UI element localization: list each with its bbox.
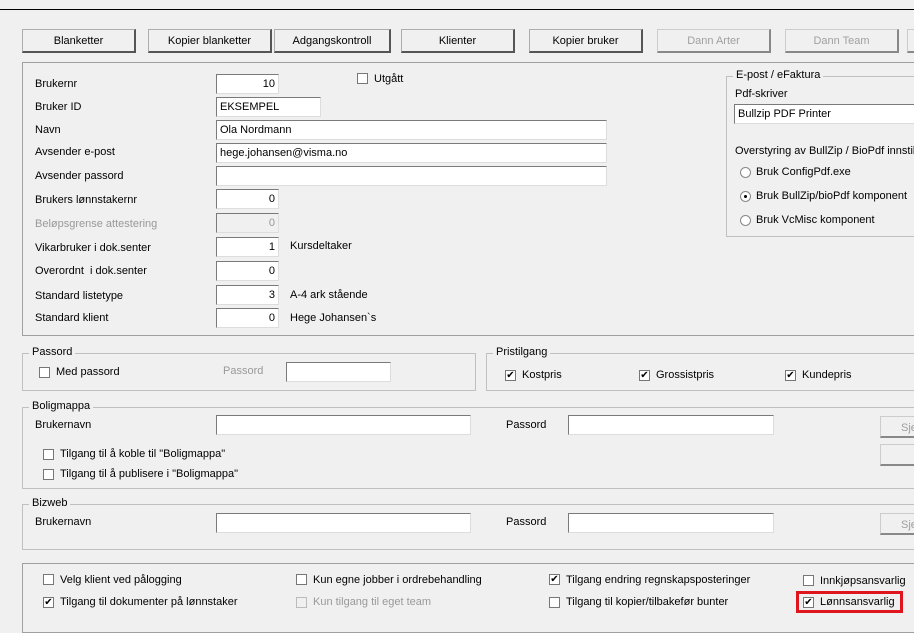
- bizweb-passord-label: Passord: [506, 516, 547, 528]
- boligmappa-legend: Boligmappa: [29, 400, 94, 412]
- radio-vcmisc-label: Bruk VcMisc komponent: [756, 214, 875, 226]
- kopier-bruker-button[interactable]: Kopier bruker: [529, 29, 643, 53]
- koble-label: Tilgang til å koble til "Boligmappa": [60, 448, 226, 460]
- listetype-field[interactable]: 3: [216, 285, 279, 305]
- navn-field[interactable]: Ola Nordmann: [216, 120, 607, 140]
- klient-desc: Hege Johansen`s: [290, 312, 377, 324]
- regnskapsposteringer-checkbox[interactable]: ✔: [549, 574, 560, 585]
- radio-configpdf-label: Bruk ConfigPdf.exe: [756, 166, 851, 178]
- publisere-label: Tilgang til å publisere i "Boligmappa": [60, 468, 238, 480]
- boligmappa-brukernavn-label: Brukernavn: [35, 419, 92, 431]
- brukerid-label: Bruker ID: [35, 101, 82, 113]
- kostpris-checkbox[interactable]: ✔: [505, 370, 516, 381]
- vikarbruker-desc: Kursdeltaker: [290, 240, 352, 252]
- bizweb-passord-field[interactable]: [568, 513, 774, 533]
- radio-bullzip-label: Bruk BullZip/bioPdf komponent: [756, 190, 908, 202]
- lonnstakernr-field[interactable]: 0: [216, 189, 279, 209]
- listetype-label: Standard listetype: [35, 290, 124, 302]
- boligmappa-second-button[interactable]: [880, 444, 914, 466]
- egne-jobber-checkbox[interactable]: [296, 574, 307, 585]
- adgangskontroll-button[interactable]: Adgangskontroll: [274, 29, 391, 53]
- overordnet-field[interactable]: 0: [216, 261, 279, 281]
- egne-jobber-label: Kun egne jobber i ordrebehandling: [313, 574, 482, 586]
- more-button[interactable]: [907, 29, 914, 53]
- dokumenter-checkbox[interactable]: ✔: [43, 597, 54, 608]
- epost-label: Avsender e-post: [35, 146, 115, 158]
- koble-checkbox[interactable]: [43, 449, 54, 460]
- innkjopsansvarlig-checkbox[interactable]: [803, 575, 814, 586]
- override-label: Overstyring av BullZip / BioPdf innstil: [735, 145, 914, 157]
- passord-label: Passord: [223, 365, 264, 377]
- grossistpris-checkbox[interactable]: ✔: [639, 370, 650, 381]
- kundepris-label: Kundepris: [802, 369, 852, 381]
- med-passord-label: Med passord: [56, 366, 120, 378]
- utgatt-checkbox[interactable]: [357, 73, 368, 84]
- dann-arter-button[interactable]: Dann Arter: [657, 29, 771, 53]
- passord-legend: Passord: [29, 346, 76, 358]
- pdf-printer-field[interactable]: Bullzip PDF Printer: [734, 104, 914, 124]
- kostpris-label: Kostpris: [522, 369, 562, 381]
- listetype-desc: A-4 ark stående: [290, 289, 368, 301]
- boligmappa-passord-label: Passord: [506, 419, 547, 431]
- belopsgrense-label: Beløpsgrense attestering: [35, 218, 158, 230]
- pristilgang-legend: Pristilgang: [493, 346, 551, 358]
- passord-field[interactable]: [286, 362, 391, 382]
- blanketter-button[interactable]: Blanketter: [22, 29, 136, 53]
- bunter-checkbox[interactable]: [549, 597, 560, 608]
- kundepris-checkbox[interactable]: ✔: [785, 370, 796, 381]
- boligmappa-passord-field[interactable]: [568, 415, 774, 435]
- innkjopsansvarlig-label: Innkjøpsansvarlig: [820, 575, 906, 587]
- radio-vcmisc[interactable]: [740, 215, 751, 226]
- bizweb-se-button[interactable]: Sje: [880, 513, 914, 535]
- vikarbruker-label: Vikarbruker i dok.senter: [35, 242, 151, 254]
- belopsgrense-field: 0: [216, 213, 279, 233]
- avsender-passord-label: Avsender passord: [35, 170, 124, 182]
- epost-legend: E-post / eFaktura: [733, 69, 824, 81]
- pdf-label: Pdf-skriver: [735, 88, 788, 100]
- bizweb-brukernavn-label: Brukernavn: [35, 516, 92, 528]
- lonnstakernr-label: Brukers lønnstakernr: [35, 194, 138, 206]
- avsender-passord-field[interactable]: [216, 166, 607, 186]
- dokumenter-label: Tilgang til dokumenter på lønnstaker: [60, 596, 238, 608]
- klient-label: Standard klient: [35, 312, 109, 324]
- dann-team-button[interactable]: Dann Team: [785, 29, 899, 53]
- velg-klient-checkbox[interactable]: [43, 574, 54, 585]
- klient-field[interactable]: 0: [216, 308, 279, 328]
- epost-field[interactable]: hege.johansen@visma.no: [216, 143, 607, 163]
- bunter-label: Tilgang til kopier/tilbakefør bunter: [566, 596, 729, 608]
- kopier-blanketter-button[interactable]: Kopier blanketter: [148, 29, 272, 53]
- med-passord-checkbox[interactable]: [39, 367, 50, 378]
- boligmappa-brukernavn-field[interactable]: [216, 415, 471, 435]
- velg-klient-label: Velg klient ved pålogging: [60, 574, 182, 586]
- brukerid-field[interactable]: EKSEMPEL: [216, 97, 321, 117]
- radio-configpdf[interactable]: [740, 167, 751, 178]
- klienter-button[interactable]: Klienter: [401, 29, 515, 53]
- top-divider: [0, 9, 914, 10]
- bizweb-brukernavn-field[interactable]: [216, 513, 471, 533]
- overordnet-label: Overordnt i dok.senter: [35, 265, 147, 277]
- regnskapsposteringer-label: Tilgang endring regnskapsposteringer: [566, 574, 751, 586]
- publisere-checkbox[interactable]: [43, 469, 54, 480]
- boligmappa-se-button[interactable]: Sje: [880, 416, 914, 438]
- lonnsansvarlig-label: Lønnsansvarlig: [820, 596, 895, 608]
- eget-team-checkbox: [296, 597, 307, 608]
- lonnsansvarlig-checkbox[interactable]: ✔: [803, 597, 814, 608]
- vikarbruker-field[interactable]: 1: [216, 237, 279, 257]
- bizweb-legend: Bizweb: [29, 497, 71, 509]
- radio-bullzip[interactable]: [740, 191, 751, 202]
- utgatt-label: Utgått: [374, 73, 404, 85]
- navn-label: Navn: [35, 124, 61, 136]
- grossistpris-label: Grossistpris: [656, 369, 715, 381]
- brukernr-field[interactable]: 10: [216, 74, 279, 94]
- eget-team-label: Kun tilgang til eget team: [313, 596, 432, 608]
- brukernr-label: Brukernr: [35, 78, 78, 90]
